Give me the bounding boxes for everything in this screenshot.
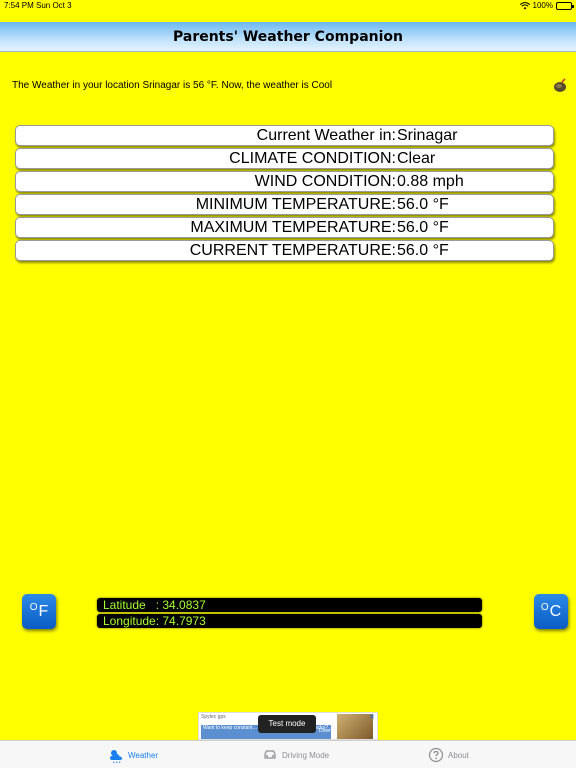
weather-row-wind: WIND CONDITION: 0.88 mph	[15, 171, 554, 192]
status-time: 7:54 PM	[4, 1, 34, 10]
degree-symbol: O	[29, 602, 38, 613]
row-value: Srinagar	[397, 127, 458, 144]
status-date: Sun Oct 3	[36, 1, 72, 10]
weather-row-current-temp: CURRENT TEMPERATURE: 56.0 °F	[15, 240, 554, 261]
nav-bar: Parents' Weather Companion	[0, 22, 576, 52]
question-icon	[428, 747, 444, 763]
ad-banner[interactable]: Spytec gps Want to keep constant... from…	[198, 712, 378, 740]
unit-label: C	[549, 602, 562, 620]
ad-image	[337, 714, 373, 739]
weather-row-min-temp: MINIMUM TEMPERATURE: 56.0 °F	[15, 194, 554, 215]
row-label: CLIMATE CONDITION:	[229, 150, 396, 167]
tab-label: Driving Mode	[282, 750, 330, 760]
fahrenheit-button[interactable]: OF	[22, 594, 56, 629]
weather-icon	[110, 750, 122, 763]
location-message: The Weather in your location Srinagar is…	[12, 80, 333, 91]
status-bar: 7:54 PM Sun Oct 3 100%	[0, 0, 576, 12]
battery-percent: 100%	[532, 1, 553, 10]
row-label: CURRENT TEMPERATURE:	[189, 242, 396, 259]
unit-label: F	[38, 602, 49, 620]
app-logo-icon	[554, 78, 566, 92]
row-value: 56.0 °F	[397, 219, 449, 236]
wifi-icon	[519, 2, 530, 10]
row-value: Clear	[397, 150, 436, 167]
tab-bar: Weather Driving Mode About	[0, 740, 576, 768]
tab-about[interactable]: About	[428, 741, 469, 768]
degree-symbol: O	[540, 602, 549, 613]
row-value: 56.0 °F	[397, 242, 449, 259]
ad-brand: Spytec gps	[201, 714, 226, 720]
test-mode-label: Test mode	[258, 715, 316, 733]
row-label: MAXIMUM TEMPERATURE:	[190, 219, 396, 236]
row-label: Current Weather in:	[256, 127, 396, 144]
row-label: WIND CONDITION:	[254, 173, 396, 190]
weather-row-max-temp: MAXIMUM TEMPERATURE: 56.0 °F	[15, 217, 554, 238]
longitude-display: Longitude: 74.7973	[97, 614, 482, 628]
row-label: MINIMUM TEMPERATURE:	[195, 196, 396, 213]
row-value: 0.88 mph	[397, 173, 464, 190]
row-value: 56.0 °F	[397, 196, 449, 213]
weather-row-location: Current Weather in: Srinagar	[15, 125, 554, 146]
tab-driving-mode[interactable]: Driving Mode	[262, 741, 329, 768]
latitude-display: Latitude : 34.0837	[97, 598, 482, 612]
ad-close-icon[interactable]: ✕	[369, 713, 375, 721]
page-title: Parents' Weather Companion	[172, 28, 403, 45]
tab-weather[interactable]: Weather	[108, 741, 158, 768]
car-icon	[264, 750, 276, 759]
celsius-button[interactable]: OC	[534, 594, 568, 629]
status-right: 100%	[519, 0, 574, 12]
battery-icon	[556, 2, 574, 10]
weather-row-climate: CLIMATE CONDITION: Clear	[15, 148, 554, 169]
tab-label: About	[448, 750, 469, 760]
weather-info-panel: Current Weather in: Srinagar CLIMATE CON…	[15, 125, 554, 263]
tab-label: Weather	[128, 750, 159, 760]
